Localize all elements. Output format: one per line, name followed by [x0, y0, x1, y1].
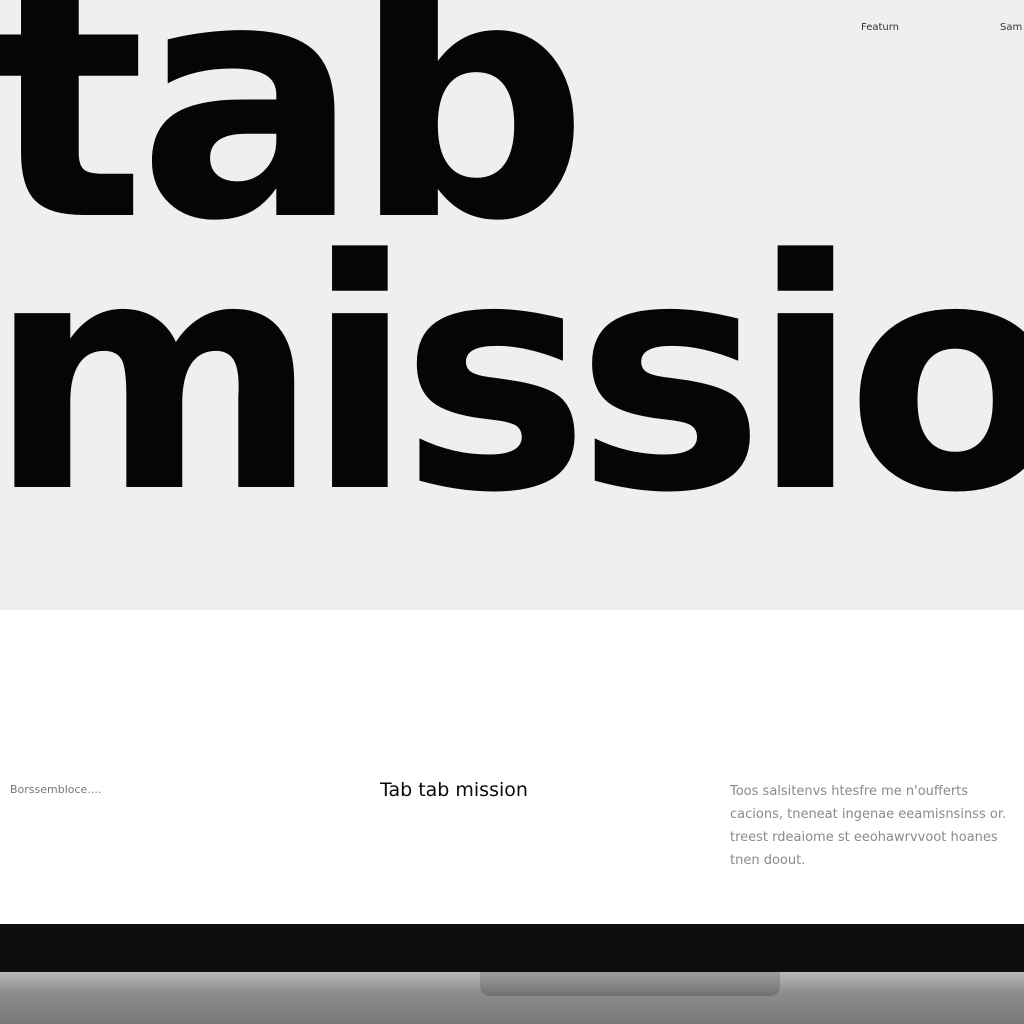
- center-title: Tab tab mission: [380, 779, 528, 801]
- laptop-hinge-notch: [480, 972, 780, 996]
- laptop-base: [0, 972, 1024, 1024]
- nav-link-1[interactable]: Featurn: [861, 22, 899, 33]
- laptop-bezel: [0, 924, 1024, 972]
- content-section: Borssembloce.... Tab tab mission Toos sa…: [0, 610, 1024, 924]
- nav-link-2[interactable]: Sam: [1000, 22, 1022, 33]
- description-paragraph: Toos salsitenvs htesfre me n'oufferts ca…: [730, 784, 1007, 868]
- hero-headline-line-2: mission: [0, 192, 1024, 562]
- device-screen: tab mission Featurn Sam Borssembloce....…: [0, 0, 1024, 1024]
- hero-section: tab mission Featurn Sam: [0, 0, 1024, 610]
- left-caption: Borssembloce....: [10, 783, 102, 796]
